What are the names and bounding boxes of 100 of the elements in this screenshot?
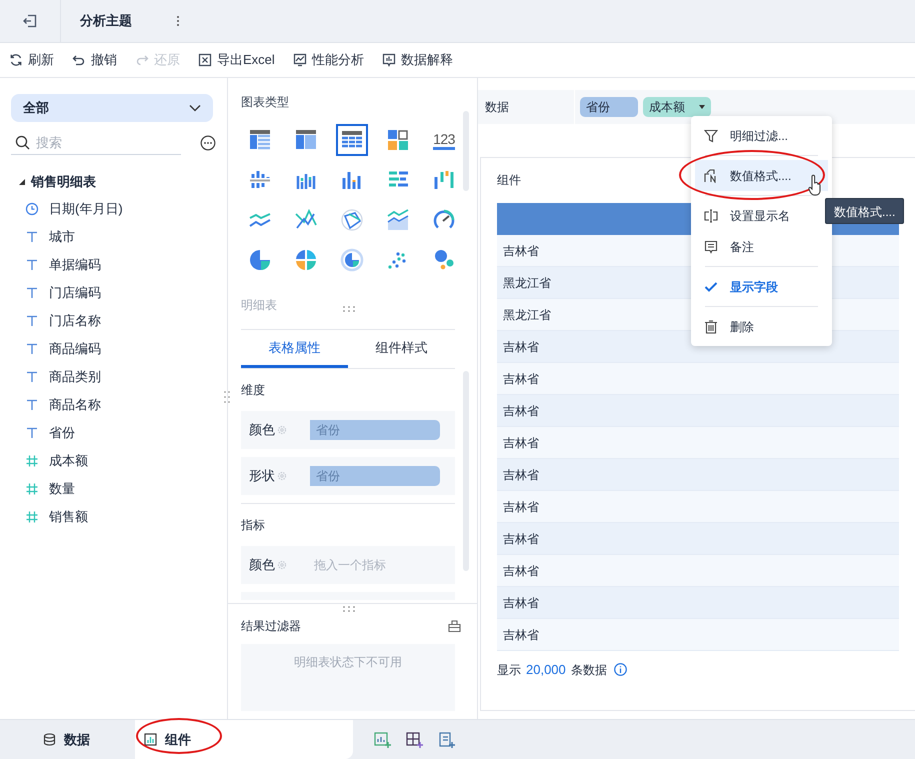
trash-icon (704, 320, 718, 334)
data-label: 数据 (478, 90, 575, 124)
pie-chart-icon (248, 248, 272, 272)
performance-button[interactable]: 性能分析 (292, 50, 364, 70)
add-crosstab-icon[interactable] (406, 732, 424, 748)
add-chart-icon[interactable] (374, 732, 392, 748)
unavailable-message: 明细表状态下不可用 (294, 654, 402, 671)
tooltip: 数值格式.... (825, 198, 904, 224)
expanded-triangle-icon[interactable] (19, 179, 25, 185)
detail-chart-type[interactable] (336, 124, 368, 156)
number-format-icon (704, 168, 718, 182)
rename-icon (704, 208, 718, 222)
number-chart-type[interactable]: 123 (428, 124, 460, 156)
radar-chart-icon (340, 208, 364, 232)
slot-label: 形状 (249, 467, 275, 486)
blocks-chart-icon (386, 128, 410, 152)
table-cell-text: 吉林省 (503, 626, 539, 644)
scope-dropdown[interactable]: 全部 (11, 94, 213, 122)
search-field[interactable]: 搜索 (36, 132, 176, 154)
table-cell-text: 吉林省 (503, 434, 539, 452)
resize-handle-icon[interactable] (342, 306, 356, 312)
field-chip[interactable]: 成本额 (643, 97, 711, 117)
slot-label: 颜色 (249, 556, 275, 574)
menu-item[interactable]: 明细过滤... (695, 120, 828, 151)
text-type-icon (25, 286, 39, 300)
undo-icon (72, 53, 86, 67)
menu-item[interactable]: 删除 (695, 311, 828, 342)
chart-type-name: 明细表 (241, 297, 277, 314)
undo-button[interactable]: 撤销 (72, 50, 117, 70)
clock-icon (25, 202, 39, 216)
resize-handle-icon[interactable] (342, 606, 356, 612)
area-chart-icon (386, 208, 410, 232)
text-type-icon (25, 426, 39, 440)
refresh-icon (9, 53, 23, 67)
field-item[interactable]: 商品名称 (11, 391, 216, 419)
field-item[interactable]: 数量 (11, 475, 216, 503)
text-type-icon (25, 398, 39, 412)
row-count: 20,000 (526, 661, 566, 679)
table-group[interactable]: 销售明细表 (11, 169, 216, 195)
text-type-icon (25, 258, 39, 272)
field-item[interactable]: 商品编码 (11, 335, 216, 363)
hash-icon (25, 482, 39, 496)
component-title: 组件 (497, 173, 521, 187)
table-cell-text: 吉林省 (503, 338, 539, 356)
multi-pie-chart-icon (294, 248, 318, 272)
field-item[interactable]: 商品类别 (11, 363, 216, 391)
table-cell-text: 黑龙江省 (503, 274, 551, 292)
resize-handle-icon[interactable] (224, 390, 230, 404)
text-type-icon (25, 314, 39, 328)
slot-label: 颜色 (249, 421, 275, 440)
section-title: 结果过滤器 (241, 618, 301, 635)
table-cell-text: 黑龙江省 (503, 306, 551, 324)
table-chart-icon (248, 128, 272, 152)
field-item[interactable]: 成本额 (11, 447, 216, 475)
explain-button[interactable]: 数据解释 (382, 50, 453, 70)
text-type-icon (25, 230, 39, 244)
table-cell-text: 吉林省 (503, 466, 539, 484)
section-title: 图表类型 (241, 94, 290, 111)
section-title: 指标 (241, 517, 266, 534)
hash-icon (25, 510, 39, 524)
table-cell-text: 吉林省 (503, 562, 539, 580)
field-item[interactable]: 日期(年月日) (11, 195, 216, 223)
database-icon (43, 733, 56, 746)
ring-chart-icon (340, 248, 364, 272)
menu-item[interactable]: 设置显示名 (695, 200, 828, 231)
field-item[interactable]: 门店编码 (11, 279, 216, 307)
export-button[interactable]: 导出Excel (198, 50, 275, 70)
hand-cursor-icon (808, 174, 822, 196)
panel-tab[interactable]: 表格属性 (241, 330, 348, 368)
note-icon (704, 240, 718, 254)
menu-item[interactable]: 显示字段 (695, 271, 828, 302)
field-item[interactable]: 省份 (11, 419, 216, 447)
menu-item[interactable]: 备注 (695, 231, 828, 262)
exit-icon[interactable] (23, 14, 37, 28)
more-icon[interactable] (176, 15, 180, 27)
field-item[interactable]: 销售额 (11, 503, 216, 531)
filter-toggle-icon[interactable] (448, 620, 461, 632)
menu-item[interactable]: 数值格式.... (695, 160, 828, 191)
field-item[interactable]: 城市 (11, 223, 216, 251)
panel-tab[interactable]: 组件样式 (348, 330, 455, 368)
table-cell-text: 吉林省 (503, 530, 539, 548)
field-item[interactable]: 单据编码 (11, 251, 216, 279)
field-slot[interactable]: 颜色 拖入一个指标 (241, 546, 455, 584)
refresh-button[interactable]: 刷新 (9, 50, 54, 70)
waterfall-chart-icon (432, 168, 456, 192)
explain-icon (382, 53, 396, 67)
table-cell-text: 吉林省 (503, 594, 539, 612)
add-report-icon[interactable] (438, 732, 456, 748)
field-chip[interactable]: 省份 (580, 97, 638, 117)
bottom-tab[interactable]: 数据 (0, 720, 135, 759)
more-icon[interactable] (200, 135, 216, 151)
info-icon[interactable] (614, 663, 627, 676)
search-icon[interactable] (15, 135, 30, 150)
table-cell-text: 吉林省 (503, 242, 539, 260)
bottom-tab[interactable]: 组件 (135, 720, 353, 759)
check-icon (704, 280, 718, 294)
field-item[interactable]: 门店名称 (11, 307, 216, 335)
export-icon (198, 53, 212, 67)
table-cell-text: 吉林省 (503, 498, 539, 516)
filter-icon (704, 128, 718, 142)
